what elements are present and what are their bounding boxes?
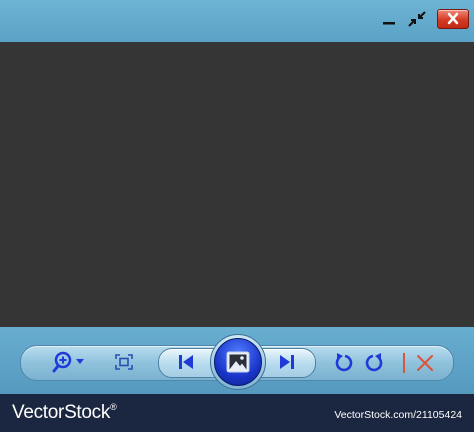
- close-icon: [447, 12, 459, 25]
- fit-to-window-button[interactable]: [115, 354, 133, 370]
- watermark-brand: VectorStock®: [12, 402, 117, 424]
- slideshow-button[interactable]: [214, 338, 262, 386]
- zoom-in-icon: [52, 351, 84, 373]
- rotate-ccw-icon: [335, 353, 353, 372]
- registered-mark: ®: [110, 402, 117, 412]
- toolbar-separator: [403, 353, 405, 373]
- close-button[interactable]: [437, 9, 469, 29]
- slideshow-icon: [226, 351, 250, 373]
- fit-to-window-icon: [115, 354, 133, 370]
- rotate-cw-icon: [365, 353, 383, 372]
- skip-previous-icon: [179, 355, 193, 369]
- chevron-down-icon: [76, 359, 84, 364]
- rotate-counterclockwise-button[interactable]: [333, 352, 353, 372]
- zoom-button[interactable]: [52, 351, 88, 373]
- delete-button[interactable]: [416, 354, 434, 372]
- title-bar[interactable]: [0, 0, 474, 42]
- next-button[interactable]: [278, 354, 296, 370]
- restore-icon: [408, 11, 426, 27]
- minimize-button[interactable]: [378, 9, 400, 29]
- rotate-clockwise-button[interactable]: [365, 352, 385, 372]
- delete-icon: [417, 355, 433, 371]
- image-viewport[interactable]: [0, 42, 474, 327]
- restore-button[interactable]: [404, 9, 430, 29]
- watermark-brand-text: VectorStock: [12, 402, 111, 423]
- minimize-icon: [383, 22, 395, 25]
- skip-next-icon: [280, 355, 294, 369]
- previous-button[interactable]: [177, 354, 195, 370]
- watermark-url: VectorStock.com/21105424: [334, 409, 462, 421]
- watermark-bar: VectorStock® VectorStock.com/21105424: [0, 394, 474, 432]
